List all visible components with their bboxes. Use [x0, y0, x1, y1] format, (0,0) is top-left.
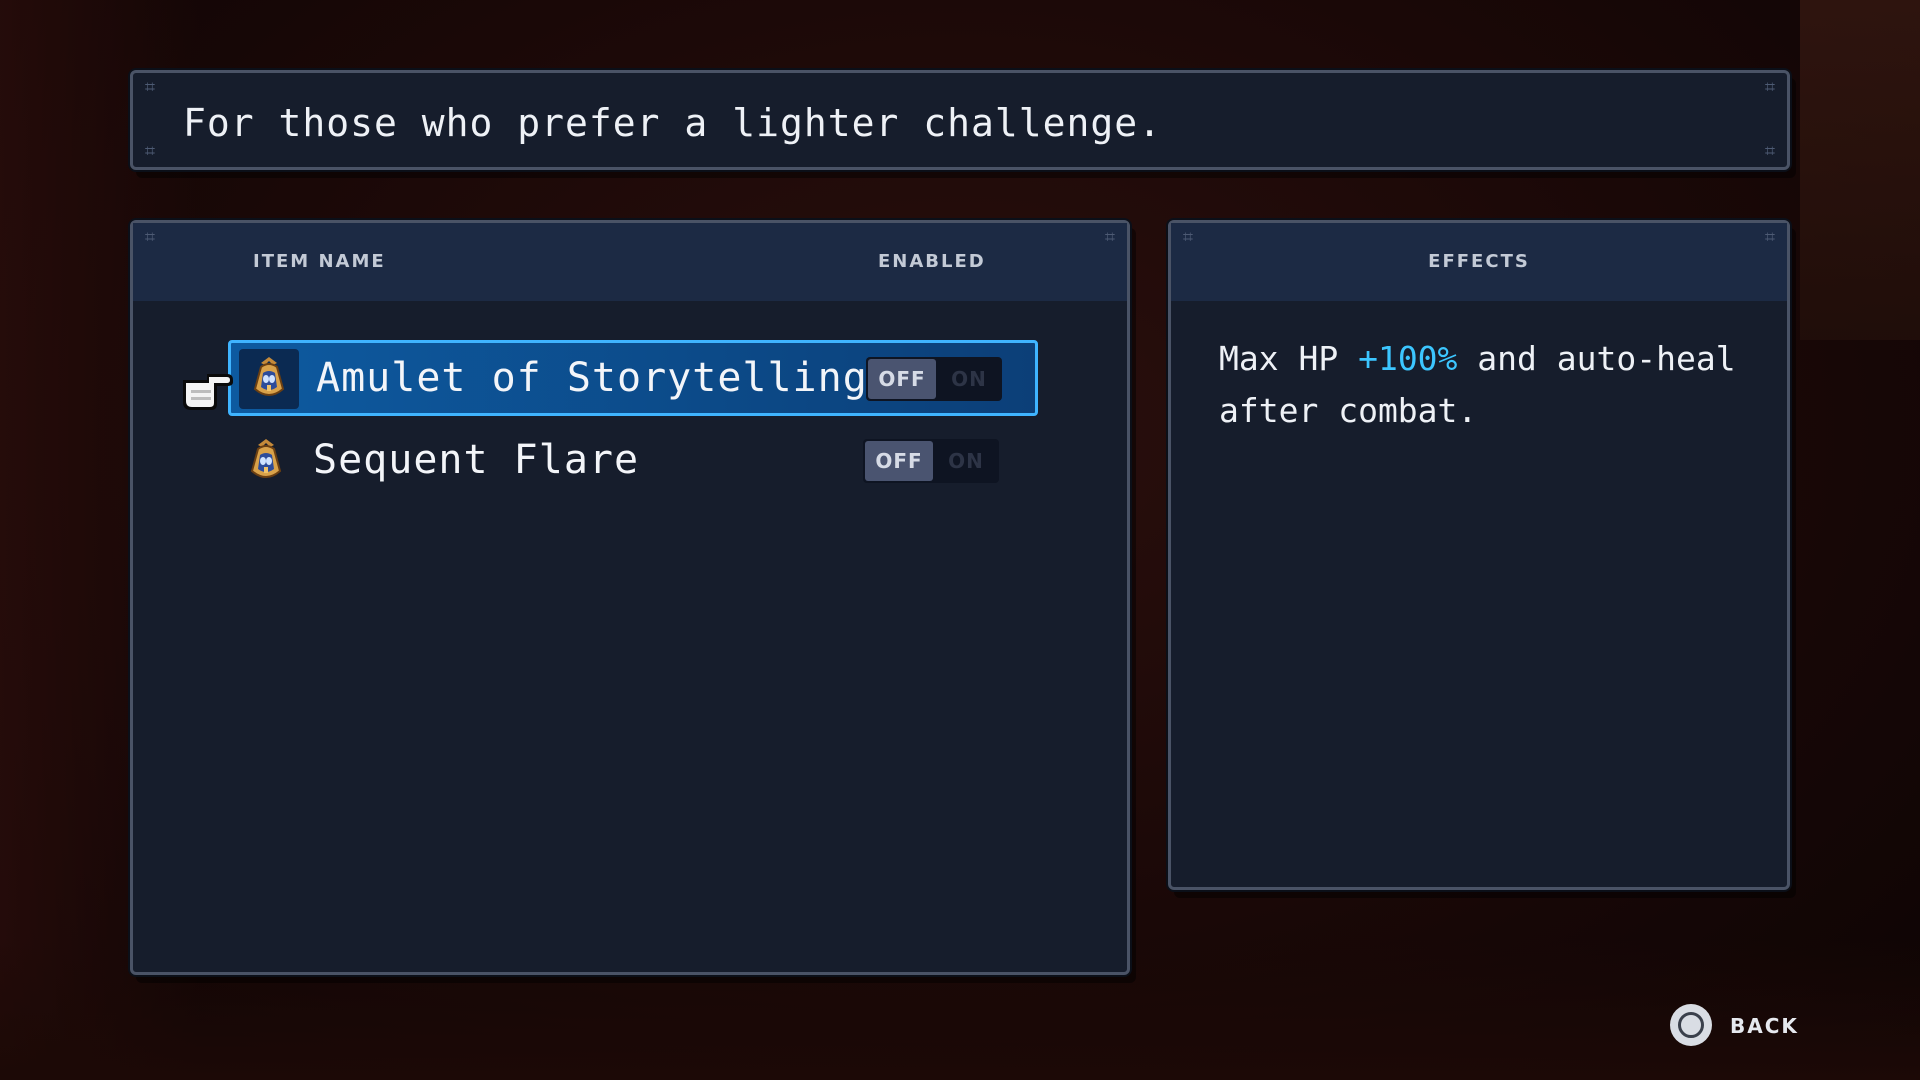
effects-description: Max HP +100% and auto-heal after combat.	[1219, 333, 1759, 437]
background-pillar	[1800, 0, 1920, 340]
toggle-off-option[interactable]: OFF	[865, 441, 933, 481]
items-panel: ITEM NAME ENABLED ⌗ ⌗ Amulet of Storytel…	[130, 220, 1130, 975]
circle-button-icon	[1670, 1004, 1712, 1046]
description-panel: ⌗ ⌗ ⌗ ⌗ For those who prefer a lighter c…	[130, 70, 1790, 170]
effects-header: EFFECTS	[1428, 251, 1530, 272]
column-header-enabled: ENABLED	[878, 251, 986, 272]
amulet-icon	[250, 439, 282, 478]
item-icon-frame	[239, 349, 299, 409]
column-header-item-name: ITEM NAME	[253, 251, 386, 272]
effects-panel: EFFECTS ⌗ ⌗ Max HP +100% and auto-heal a…	[1168, 220, 1790, 890]
corner-ornament-icon: ⌗	[144, 227, 156, 248]
enabled-toggle[interactable]: OFF ON	[863, 439, 999, 483]
effects-panel-header: EFFECTS	[1171, 223, 1787, 301]
pointing-hand-icon	[183, 374, 233, 410]
toggle-on-option[interactable]: ON	[935, 441, 997, 481]
corner-ornament-icon: ⌗	[144, 141, 156, 162]
effects-highlight-value: +100%	[1358, 339, 1458, 378]
item-icon-frame	[236, 431, 296, 491]
enabled-toggle[interactable]: OFF ON	[866, 357, 1002, 401]
corner-ornament-icon: ⌗	[1764, 77, 1776, 98]
toggle-off-option[interactable]: OFF	[868, 359, 936, 399]
corner-ornament-icon: ⌗	[1104, 227, 1116, 248]
corner-ornament-icon: ⌗	[144, 77, 156, 98]
items-panel-header: ITEM NAME ENABLED	[133, 223, 1127, 301]
back-label: BACK	[1730, 1014, 1799, 1038]
amulet-icon	[253, 357, 285, 396]
item-label: Amulet of Storytelling	[316, 355, 868, 401]
effects-text-before: Max HP	[1219, 339, 1359, 378]
item-label: Sequent Flare	[313, 437, 640, 483]
description-text: For those who prefer a lighter challenge…	[183, 101, 1162, 145]
corner-ornament-icon: ⌗	[1182, 227, 1194, 248]
toggle-on-option[interactable]: ON	[938, 359, 1000, 399]
corner-ornament-icon: ⌗	[1764, 141, 1776, 162]
item-row-amulet-of-storytelling[interactable]: Amulet of Storytelling OFF ON	[228, 340, 1038, 416]
item-row-sequent-flare[interactable]: Sequent Flare OFF ON	[228, 425, 1038, 501]
corner-ornament-icon: ⌗	[1764, 227, 1776, 248]
